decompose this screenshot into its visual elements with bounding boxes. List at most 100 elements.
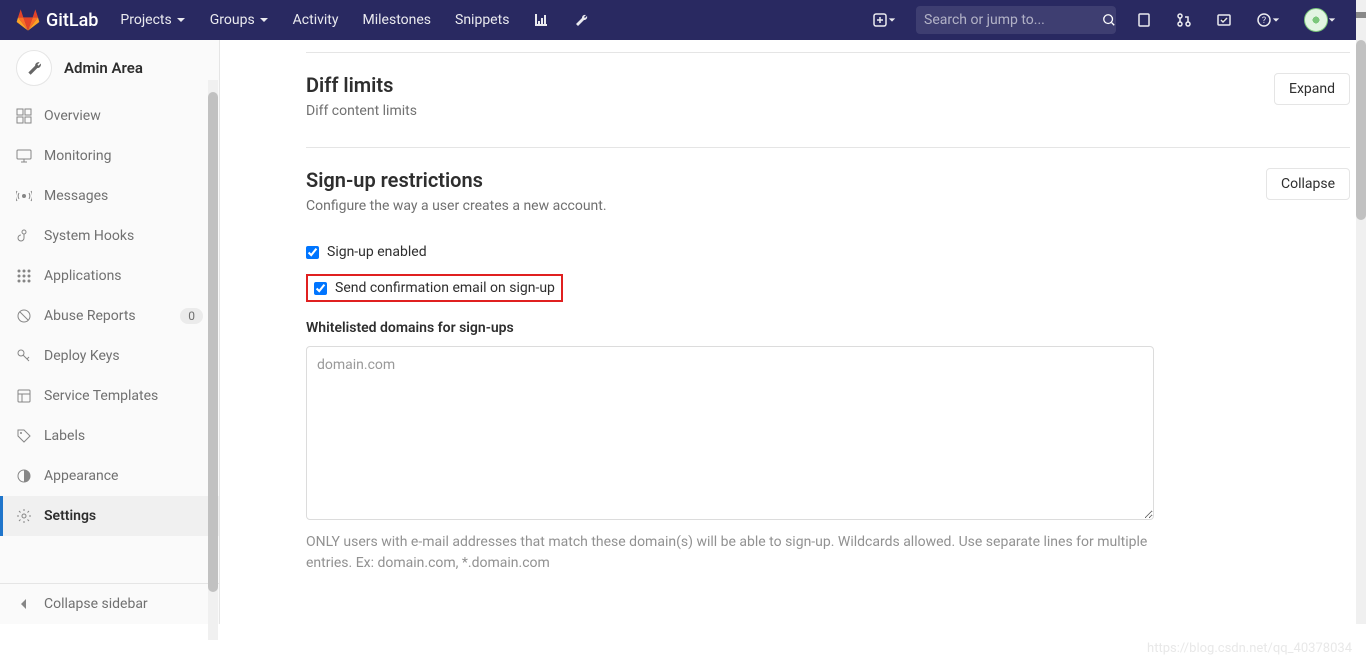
nav-milestones[interactable]: Milestones (353, 2, 442, 38)
nav-groups-label: Groups (210, 12, 255, 28)
whitelist-help-text: ONLY users with e-mail addresses that ma… (306, 532, 1154, 574)
sidebar-scrollbar-thumb[interactable] (208, 92, 218, 592)
sidebar-item-settings[interactable]: Settings (0, 496, 219, 536)
plus-icon (872, 12, 888, 28)
nav-activity[interactable]: Activity (283, 2, 349, 38)
plus-button[interactable] (868, 8, 900, 32)
wrench-icon (573, 12, 589, 28)
sidebar-header[interactable]: Admin Area (0, 40, 219, 96)
nav-snippets[interactable]: Snippets (445, 2, 519, 38)
watermark: https://blog.csdn.net/qq_40378034 (1147, 641, 1352, 656)
chevron-down-icon (259, 15, 269, 25)
whitelist-label: Whitelisted domains for sign-ups (306, 320, 1350, 336)
section-header: Sign-up restrictions Configure the way a… (306, 168, 1350, 214)
chart-icon (533, 12, 549, 28)
sidebar-item-label: Applications (44, 268, 122, 284)
nav-chart-icon[interactable] (523, 2, 559, 38)
section-title: Diff limits (306, 73, 417, 97)
avatar (1304, 8, 1328, 32)
sidebar-item-label: Labels (44, 428, 85, 444)
section-desc: Diff content limits (306, 103, 417, 119)
signup-enabled-checkbox[interactable] (306, 246, 319, 259)
collapse-sidebar-button[interactable]: Collapse sidebar (0, 584, 219, 624)
hook-icon (16, 228, 32, 244)
signup-enabled-label[interactable]: Sign-up enabled (327, 244, 427, 260)
labels-icon (16, 428, 32, 444)
nav-snippets-label: Snippets (455, 12, 509, 28)
svg-text:?: ? (1262, 16, 1266, 26)
send-confirmation-checkbox[interactable] (314, 282, 327, 295)
main-scrollbar-up[interactable] (1356, 12, 1366, 18)
sidebar-item-overview[interactable]: Overview (0, 96, 219, 136)
signup-enabled-row: Sign-up enabled (306, 244, 1350, 260)
topbar-right: ? (868, 4, 1340, 36)
sidebar-item-abuse-reports[interactable]: Abuse Reports 0 (0, 296, 219, 336)
nav-groups[interactable]: Groups (200, 2, 279, 38)
admin-area-icon (16, 50, 52, 86)
expand-button[interactable]: Expand (1274, 73, 1350, 105)
sidebar-item-label: Overview (44, 108, 101, 124)
gitlab-logo[interactable]: GitLab (16, 8, 98, 32)
merge-requests-button[interactable] (1172, 8, 1196, 32)
help-button[interactable]: ? (1252, 8, 1284, 32)
chevron-down-icon (1328, 16, 1336, 24)
nav-wrench-icon[interactable] (563, 2, 599, 38)
search-box[interactable] (916, 6, 1116, 34)
nav-activity-label: Activity (293, 12, 339, 28)
sidebar-item-monitoring[interactable]: Monitoring (0, 136, 219, 176)
sidebar-item-label: Messages (44, 188, 108, 204)
appearance-icon (16, 468, 32, 484)
section-title: Sign-up restrictions (306, 168, 607, 192)
sidebar-item-applications[interactable]: Applications (0, 256, 219, 296)
sidebar-scroll: Overview Monitoring Messages System Hook… (0, 96, 219, 583)
sidebar-item-label: Settings (44, 508, 96, 524)
sidebar-title: Admin Area (64, 59, 143, 77)
overview-icon (16, 108, 32, 124)
sidebar-item-service-templates[interactable]: Service Templates (0, 376, 219, 416)
sidebar-item-messages[interactable]: Messages (0, 176, 219, 216)
template-icon (16, 388, 32, 404)
sidebar-item-label: Service Templates (44, 388, 158, 404)
search-input[interactable] (924, 12, 1102, 28)
nav-milestones-label: Milestones (363, 12, 432, 28)
whitelist-domains-textarea[interactable] (306, 346, 1154, 520)
collapse-icon (16, 596, 32, 612)
nav-projects[interactable]: Projects (110, 2, 195, 38)
collapse-button[interactable]: Collapse (1266, 168, 1350, 200)
main-scrollbar-thumb[interactable] (1356, 40, 1366, 220)
send-confirmation-label[interactable]: Send confirmation email on sign-up (335, 280, 555, 296)
top-navbar: GitLab Projects Groups Activity Mileston… (0, 0, 1356, 40)
send-confirmation-row-highlighted: Send confirmation email on sign-up (306, 274, 563, 302)
section-header: Diff limits Diff content limits Expand (306, 73, 1350, 119)
gitlab-logo-icon (16, 8, 40, 32)
todos-button[interactable] (1212, 8, 1236, 32)
collapse-sidebar-label: Collapse sidebar (44, 596, 148, 612)
sidebar-item-label: Deploy Keys (44, 348, 120, 364)
issues-button[interactable] (1132, 8, 1156, 32)
todos-icon (1216, 12, 1232, 28)
main-content: Diff limits Diff content limits Expand S… (220, 40, 1366, 624)
chevron-down-icon (176, 15, 186, 25)
section-body: Sign-up enabled Send confirmation email … (306, 244, 1350, 574)
user-menu[interactable] (1300, 4, 1340, 36)
gear-icon (16, 508, 32, 524)
sidebar-item-labels[interactable]: Labels (0, 416, 219, 456)
sidebar-footer: Collapse sidebar (0, 583, 219, 624)
key-icon (16, 348, 32, 364)
sidebar-item-system-hooks[interactable]: System Hooks (0, 216, 219, 256)
issues-icon (1136, 12, 1152, 28)
applications-icon (16, 268, 32, 284)
sidebar-item-deploy-keys[interactable]: Deploy Keys (0, 336, 219, 376)
section-desc: Configure the way a user creates a new a… (306, 198, 607, 214)
section-diff-limits: Diff limits Diff content limits Expand (306, 52, 1350, 148)
topbar-left: GitLab Projects Groups Activity Mileston… (16, 2, 599, 38)
sidebar-item-label: Appearance (44, 468, 118, 484)
sidebar-item-appearance[interactable]: Appearance (0, 456, 219, 496)
chevron-down-icon (888, 16, 896, 24)
sidebar-item-label: Monitoring (44, 148, 112, 164)
search-icon (1102, 13, 1116, 27)
section-signup-restrictions: Sign-up restrictions Configure the way a… (306, 148, 1350, 594)
abuse-reports-count: 0 (180, 308, 203, 324)
sidebar-item-label: Abuse Reports (44, 308, 136, 324)
gitlab-logo-text: GitLab (46, 10, 98, 31)
